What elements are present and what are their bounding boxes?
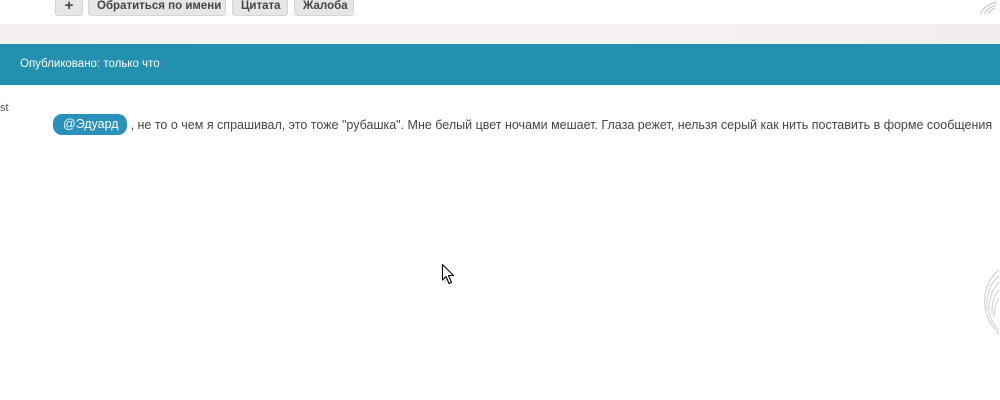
decorative-band: [0, 24, 1000, 44]
quote-button[interactable]: Цитата: [232, 0, 288, 16]
mention-by-name-button[interactable]: Обратиться по имени: [88, 0, 226, 16]
forum-page: + Обратиться по имени Цитата Жалоба Опуб…: [0, 0, 1000, 400]
post-message: @Эдуард, не то о чем я спрашивал, это то…: [53, 114, 1000, 136]
post-toolbar: + Обратиться по имени Цитата Жалоба: [0, 0, 1000, 24]
post-header: Опубликовано: только что: [0, 44, 1000, 85]
message-text: , не то о чем я спрашивал, это тоже "руб…: [130, 118, 993, 132]
user-mention[interactable]: @Эдуард: [53, 114, 127, 135]
wing-decoration-icon: [984, 269, 1000, 335]
add-button[interactable]: +: [55, 0, 83, 16]
published-date: Опубликовано: только что: [20, 58, 160, 70]
author-name-fragment: st: [0, 102, 9, 114]
report-button[interactable]: Жалоба: [294, 0, 354, 16]
wing-icon: [979, 1, 998, 15]
mouse-cursor-icon: [441, 263, 455, 285]
